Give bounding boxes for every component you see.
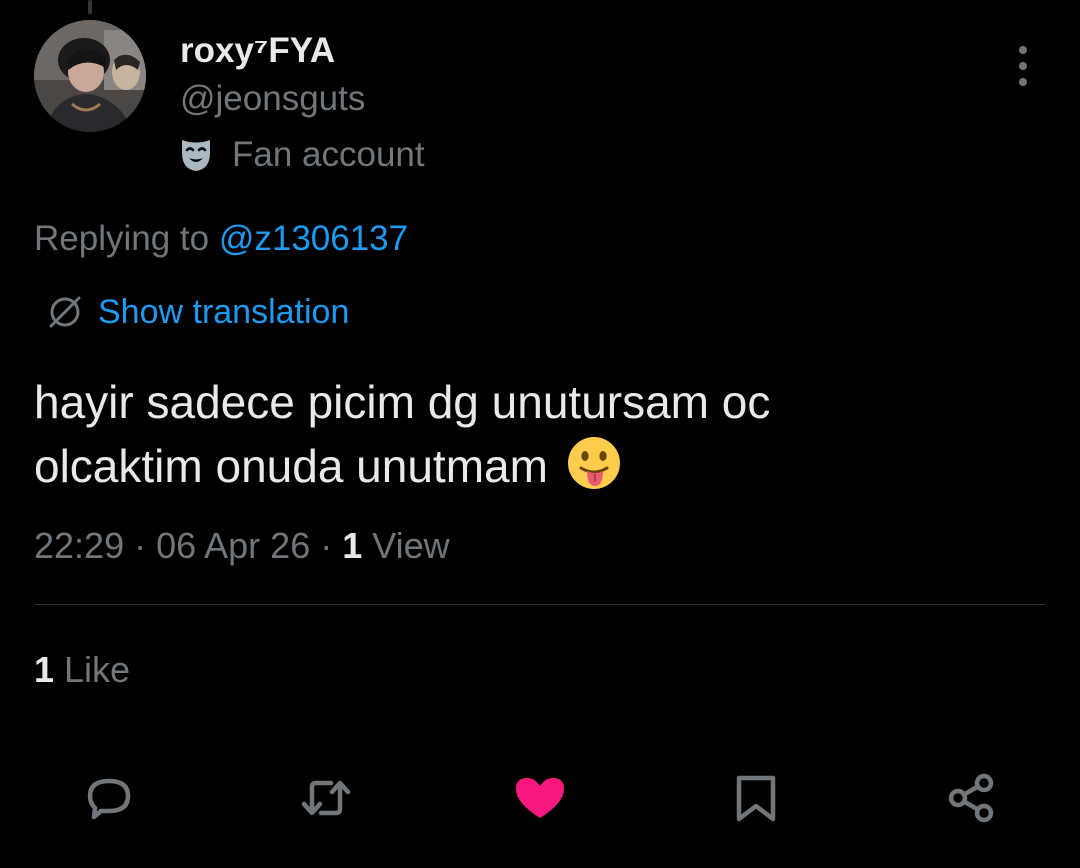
views-label: View [362, 525, 450, 566]
tweet-text-line: olcaktim onuda unutmam [34, 440, 548, 492]
tweet-text-line-with-emoji: olcaktim onuda unutmam [34, 434, 1044, 498]
globe-slash-icon [49, 296, 81, 328]
heart-icon [516, 778, 564, 818]
tweet-text: hayir sadece picim dg unutursam oc olcak… [34, 370, 1044, 498]
views-count: 1 [342, 525, 363, 566]
likes-count: 1 [34, 649, 55, 690]
avatar[interactable] [34, 20, 146, 132]
reply-mention-link[interactable]: @z1306137 [219, 219, 408, 258]
like-button[interactable] [512, 770, 568, 826]
meta-separator: · [124, 525, 157, 566]
tweet-date[interactable]: 06 Apr 26 [156, 525, 310, 566]
more-options-icon-dot [1019, 78, 1027, 86]
more-options-button[interactable] [1008, 46, 1038, 86]
bookmark-icon [736, 775, 776, 822]
tweet-time[interactable]: 22:29 [34, 525, 124, 566]
reply-icon [87, 778, 131, 820]
display-name[interactable]: roxy⁷FYA [180, 30, 335, 72]
thread-connector-line [88, 0, 92, 14]
tweet-meta: 22:29 · 06 Apr 26 · 1 View [34, 524, 450, 568]
show-translation-button[interactable]: Show translation [46, 290, 349, 334]
tweet-text-line: hayir sadece picim dg unutursam oc [34, 376, 771, 428]
replying-to-prefix: Replying to [34, 219, 219, 258]
meta-separator: · [310, 525, 343, 566]
bookmark-button[interactable] [728, 770, 784, 826]
likes-label: Like [54, 649, 131, 690]
reply-button[interactable] [81, 770, 137, 826]
show-translation-label: Show translation [98, 293, 350, 331]
retweet-icon [301, 780, 351, 816]
face-with-tongue-icon [567, 437, 620, 489]
account-label-text: Fan account [232, 135, 425, 174]
divider [34, 604, 1046, 605]
share-button[interactable] [944, 770, 1000, 826]
theater-mask-icon [182, 140, 210, 171]
replying-to: Replying to @z1306137 [34, 217, 408, 261]
share-icon [948, 773, 994, 823]
more-options-icon-dot [1019, 46, 1027, 54]
user-handle[interactable]: @jeonsguts [180, 78, 365, 120]
retweet-button[interactable] [298, 770, 354, 826]
account-label: Fan account [180, 134, 425, 176]
likes-summary[interactable]: 1 Like [34, 648, 130, 692]
more-options-icon-dot [1019, 62, 1027, 70]
